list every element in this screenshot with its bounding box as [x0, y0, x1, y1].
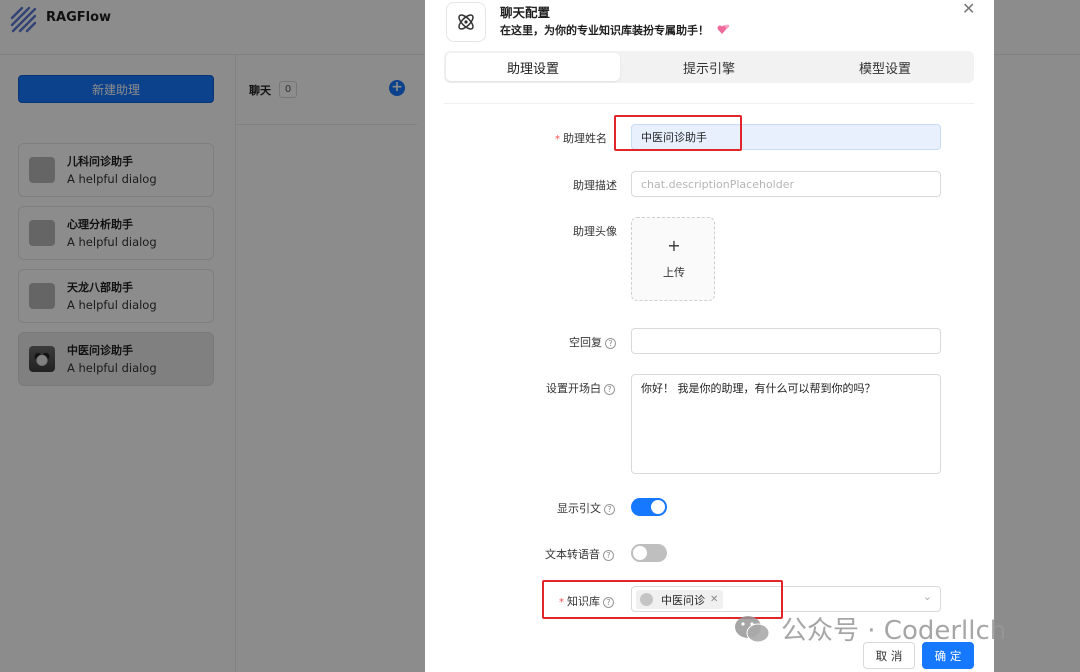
show-quote-switch[interactable]: [631, 498, 667, 516]
tab-model-settings[interactable]: 模型设置: [798, 53, 972, 81]
help-icon[interactable]: ?: [604, 504, 615, 515]
empty-reply-input[interactable]: [631, 328, 941, 354]
tab-assistant-settings[interactable]: 助理设置: [446, 53, 620, 81]
help-icon[interactable]: ?: [604, 384, 615, 395]
modal-title: 聊天配置: [500, 5, 551, 20]
opener-label: 设置开场白?: [546, 380, 615, 396]
assistant-desc-placeholder: chat.descriptionPlaceholder: [641, 177, 795, 191]
help-icon[interactable]: ?: [603, 550, 614, 561]
tts-label: 文本转语音?: [545, 546, 614, 562]
wechat-icon: [735, 615, 770, 642]
chevron-down-icon: ⌄: [922, 590, 932, 603]
avatar-upload-button[interactable]: + 上传: [631, 217, 715, 301]
assistant-desc-label: 助理描述: [573, 179, 617, 192]
opener-textarea[interactable]: 你好！ 我是你的助理，有什么可以帮到你的吗？: [631, 374, 941, 474]
plus-icon: +: [667, 236, 681, 255]
required-mark: *: [555, 134, 560, 145]
atom-icon: [446, 2, 486, 42]
divider: [444, 103, 974, 104]
modal-subtitle-text: 在这里，为你的专业知识库装扮专属助手！: [500, 24, 709, 37]
modal-subtitle: 在这里，为你的专业知识库装扮专属助手！: [500, 22, 731, 38]
hearts-icon: [717, 24, 730, 34]
close-icon[interactable]: ✕: [962, 0, 975, 18]
switch-knob: [633, 546, 647, 560]
help-icon[interactable]: ?: [605, 338, 616, 349]
upload-text: 上传: [663, 266, 685, 279]
assistant-desc-input[interactable]: chat.descriptionPlaceholder: [631, 171, 941, 197]
chat-config-modal: 聊天配置 在这里，为你的专业知识库装扮专属助手！ ✕ 助理设置 提示引擎 模型设…: [425, 0, 994, 672]
tab-prompt-engine[interactable]: 提示引擎: [622, 53, 796, 81]
assistant-name-label: * 助理姓名: [555, 132, 607, 145]
config-tabs: 助理设置 提示引擎 模型设置: [444, 51, 974, 83]
show-quote-label: 显示引文?: [557, 500, 615, 516]
watermark: 公众号 · Coderllch: [733, 610, 1006, 647]
highlight-box: [614, 115, 742, 151]
switch-knob: [651, 500, 665, 514]
assistant-avatar-label: 助理头像: [573, 225, 617, 238]
tts-switch[interactable]: [631, 544, 667, 562]
empty-reply-label: 空回复?: [569, 334, 616, 350]
watermark-text: 公众号 · Coderllch: [781, 616, 1007, 646]
